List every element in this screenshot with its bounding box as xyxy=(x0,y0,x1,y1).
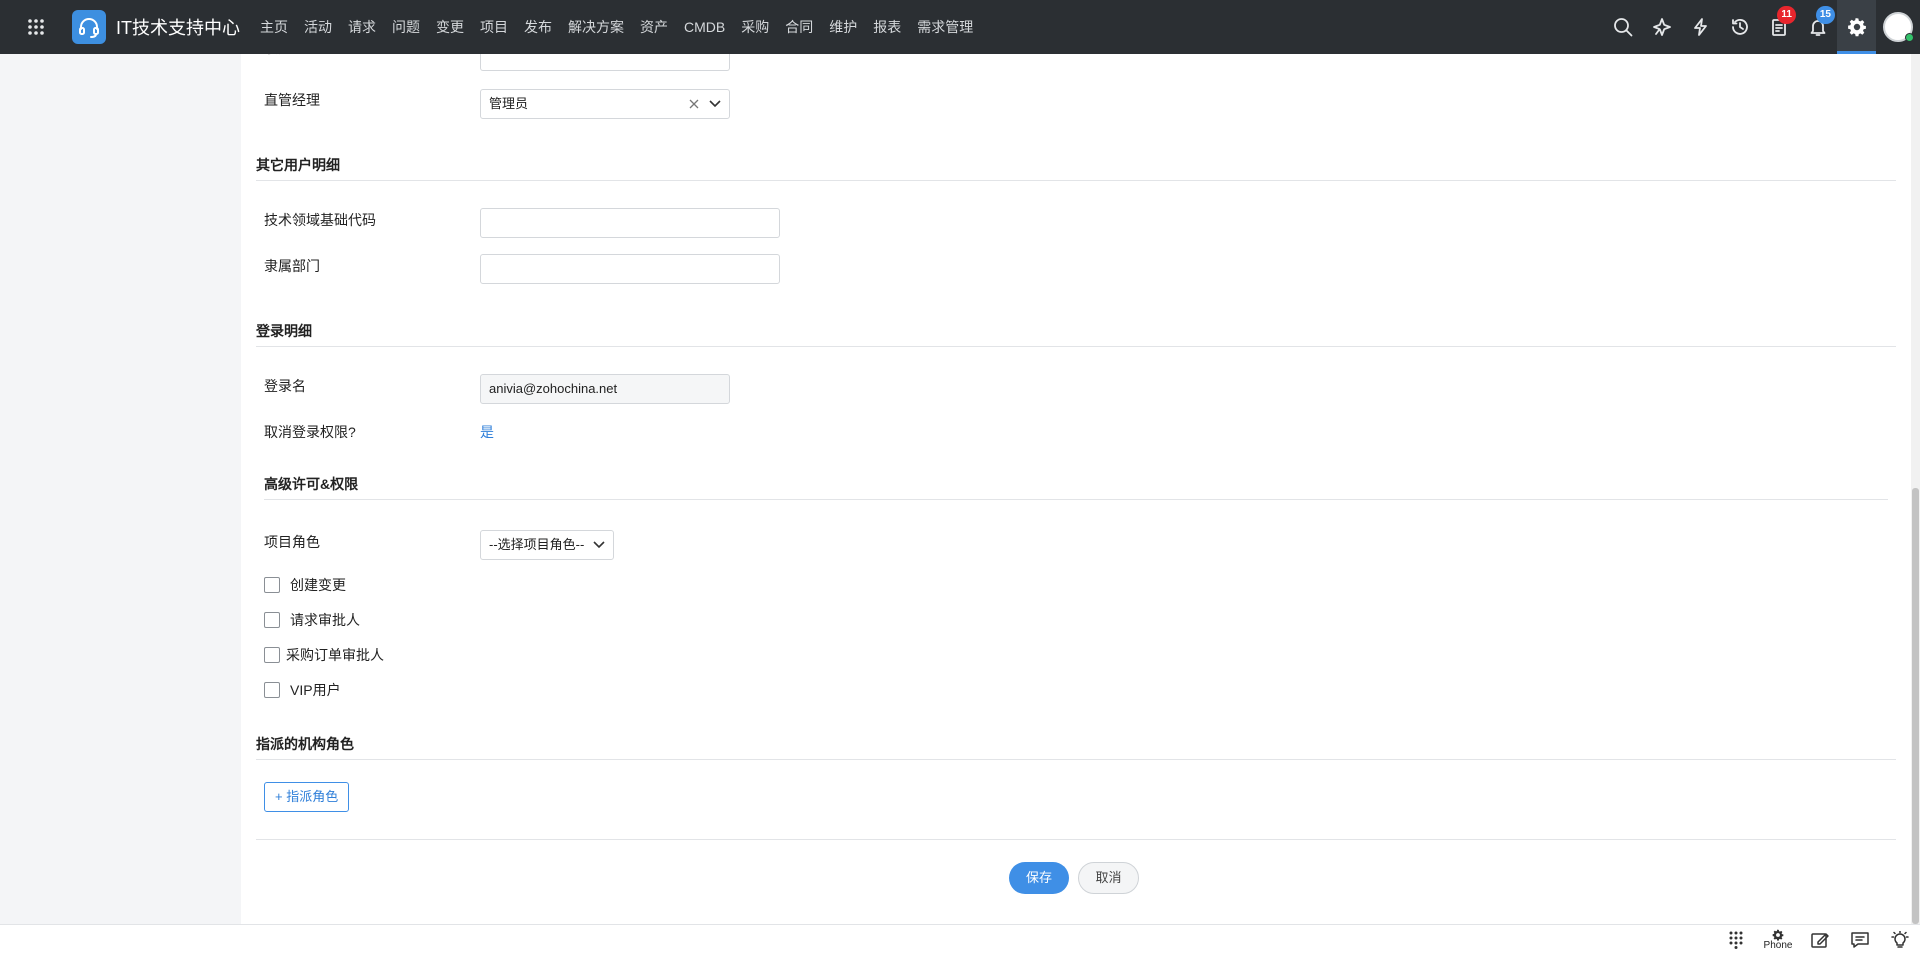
chevron-down-icon[interactable] xyxy=(709,100,721,108)
bottom-toolbar: Phone xyxy=(0,924,1920,953)
tasks-icon[interactable]: 11 xyxy=(1759,0,1798,54)
save-button[interactable]: 保存 xyxy=(1009,862,1069,894)
lightning-icon[interactable] xyxy=(1681,0,1720,54)
tasks-count-badge: 11 xyxy=(1777,6,1796,24)
nav-cmdb[interactable]: CMDB xyxy=(676,0,733,54)
phone-label: Phone xyxy=(1763,939,1793,951)
manager-select[interactable]: 管理员 xyxy=(480,89,730,119)
po-approver-label: 采购订单审批人 xyxy=(286,647,384,663)
app-grid-icon[interactable] xyxy=(0,0,72,54)
nav-home[interactable]: 主页 xyxy=(252,0,296,54)
section-assigned-roles: 指派的机构角色 xyxy=(256,736,354,752)
main-nav: 主页 活动 请求 问题 变更 项目 发布 解决方案 资产 CMDB 采购 合同 … xyxy=(252,0,981,54)
form-footer-divider xyxy=(256,839,1896,840)
scrollbar-thumb[interactable] xyxy=(1912,488,1919,924)
lightbulb-icon[interactable] xyxy=(1880,925,1920,953)
project-role-label: 项目角色 xyxy=(264,534,320,550)
edit-note-icon[interactable] xyxy=(1800,925,1840,953)
nav-problems[interactable]: 问题 xyxy=(384,0,428,54)
request-approver-label: 请求审批人 xyxy=(290,612,360,628)
login-name-field: anivia@zohochina.net xyxy=(480,374,730,404)
gear-icon xyxy=(1772,929,1784,941)
dialpad-icon[interactable] xyxy=(1716,925,1756,953)
section-divider xyxy=(256,180,1896,181)
nav-requests[interactable]: 请求 xyxy=(340,0,384,54)
top-navigation-bar: IT技术支持中心 主页 活动 请求 问题 变更 项目 发布 解决方案 资产 CM… xyxy=(0,0,1920,54)
nav-demand-management[interactable]: 需求管理 xyxy=(909,0,981,54)
user-avatar[interactable] xyxy=(1876,0,1920,54)
section-divider xyxy=(256,759,1896,760)
po-approver-checkbox[interactable] xyxy=(264,647,280,663)
user-form-panel xyxy=(241,54,1911,924)
history-icon[interactable] xyxy=(1720,0,1759,54)
nav-maintenance[interactable]: 维护 xyxy=(821,0,865,54)
nav-purchase[interactable]: 采购 xyxy=(733,0,777,54)
project-role-select[interactable]: --选择项目角色-- xyxy=(480,530,614,560)
header-actions: 11 15 xyxy=(1603,0,1920,54)
section-divider xyxy=(264,499,1888,500)
section-login-details: 登录明细 xyxy=(256,323,312,339)
request-approver-checkbox[interactable] xyxy=(264,612,280,628)
section-divider xyxy=(256,346,1896,347)
create-change-checkbox[interactable] xyxy=(264,577,280,593)
tech-code-input[interactable] xyxy=(480,208,780,238)
nav-releases[interactable]: 发布 xyxy=(516,0,560,54)
nav-changes[interactable]: 变更 xyxy=(428,0,472,54)
chevron-down-icon[interactable] xyxy=(593,541,605,549)
department-label: 隶属部门 xyxy=(264,258,320,274)
section-other-user-details: 其它用户明细 xyxy=(256,157,340,173)
chat-icon[interactable] xyxy=(1840,925,1880,953)
tech-code-label: 技术领域基础代码 xyxy=(264,212,376,228)
headset-logo-icon[interactable] xyxy=(72,10,106,44)
create-change-label: 创建变更 xyxy=(290,577,346,593)
nav-contracts[interactable]: 合同 xyxy=(777,0,821,54)
request-approver-option[interactable]: 请求审批人 xyxy=(264,610,360,630)
gear-icon[interactable] xyxy=(1837,0,1876,54)
clear-icon[interactable] xyxy=(689,99,699,109)
app-title[interactable]: IT技术支持中心 xyxy=(116,14,240,40)
search-icon[interactable] xyxy=(1603,0,1642,54)
project-role-placeholder: --选择项目角色-- xyxy=(489,537,585,552)
vip-user-label: VIP用户 xyxy=(290,682,341,698)
po-approver-option[interactable]: 采购订单审批人 xyxy=(264,645,384,665)
revoke-login-toggle[interactable]: 是 xyxy=(480,422,494,442)
ai-assist-icon[interactable] xyxy=(1642,0,1681,54)
vip-user-option[interactable]: VIP用户 xyxy=(264,680,341,700)
section-advanced-permissions: 高级许可&权限 xyxy=(264,476,359,492)
login-name-label: 登录名 xyxy=(264,378,306,394)
department-input[interactable] xyxy=(480,254,780,284)
nav-assets[interactable]: 资产 xyxy=(632,0,676,54)
manager-selected-value: 管理员 xyxy=(489,96,529,111)
notifications-count-badge: 15 xyxy=(1815,6,1835,24)
cancel-button[interactable]: 取消 xyxy=(1078,862,1139,894)
revoke-login-label: 取消登录权限? xyxy=(264,424,356,440)
nav-reports[interactable]: 报表 xyxy=(865,0,909,54)
assign-role-button[interactable]: + 指派角色 xyxy=(264,782,350,812)
create-change-option[interactable]: 创建变更 xyxy=(264,575,346,595)
online-status-dot xyxy=(1905,33,1914,42)
vip-user-checkbox[interactable] xyxy=(264,682,280,698)
nav-projects[interactable]: 项目 xyxy=(472,0,516,54)
nav-activities[interactable]: 活动 xyxy=(296,0,340,54)
phone-settings-button[interactable]: Phone xyxy=(1756,925,1800,953)
manager-label: 直管经理 xyxy=(264,92,320,108)
notification-bell-icon[interactable]: 15 xyxy=(1798,0,1837,54)
nav-solutions[interactable]: 解决方案 xyxy=(560,0,632,54)
